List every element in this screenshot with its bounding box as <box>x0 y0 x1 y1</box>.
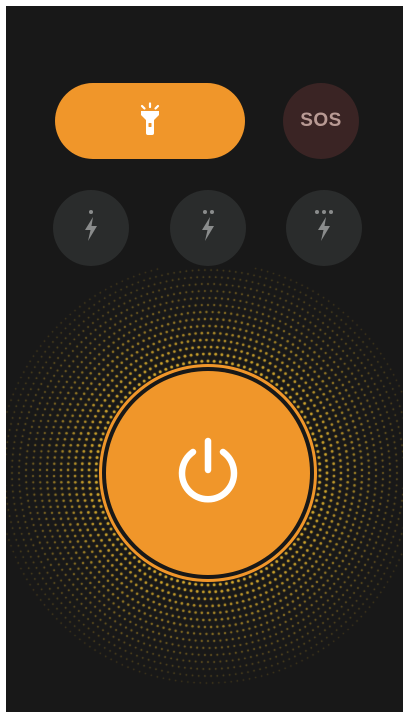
torch-mode-button[interactable] <box>55 83 245 159</box>
flashlight-screen: SOS <box>6 6 403 712</box>
strobe-level-1-button[interactable] <box>53 190 129 266</box>
strobe-level-2-indicator <box>202 210 214 216</box>
lightning-bolt-icon <box>201 217 215 246</box>
flashlight-icon <box>137 101 163 141</box>
power-button-ring <box>99 364 317 582</box>
lightning-bolt-icon <box>84 217 98 246</box>
power-button[interactable] <box>106 371 310 575</box>
strobe-level-3-button[interactable] <box>286 190 362 266</box>
sos-button[interactable]: SOS <box>283 83 359 159</box>
lightning-bolt-icon <box>317 217 331 246</box>
strobe-level-3-indicator <box>315 210 333 216</box>
power-icon <box>175 436 241 511</box>
sos-label: SOS <box>300 110 342 131</box>
strobe-level-2-button[interactable] <box>170 190 246 266</box>
strobe-level-1-indicator <box>89 210 93 216</box>
